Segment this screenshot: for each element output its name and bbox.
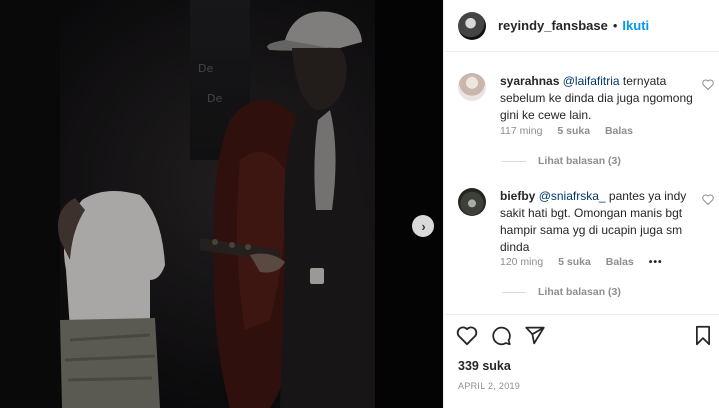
comments-list: syarahnas @laifafitria ternyata sebelum … [444, 52, 719, 314]
follow-button[interactable]: Ikuti [622, 18, 649, 33]
comment-mention[interactable]: @laifafitria [563, 74, 620, 88]
more-options-icon[interactable]: ••• [649, 256, 663, 268]
post-photo: De De [0, 0, 443, 408]
view-replies-label: Lihat balasan (3) [538, 155, 621, 167]
comment-meta: 117 ming 5 suka Balas [500, 125, 645, 137]
comment-time: 120 ming [500, 256, 544, 268]
post-actions: 339 suka APRIL 2, 2019 [444, 314, 719, 408]
view-replies-button[interactable]: Lihat balasan (3) [502, 286, 621, 298]
comment-like-heart-icon[interactable] [702, 194, 714, 208]
post-header: reyindy_fansbase • Ikuti [444, 0, 719, 52]
header-separator: • [612, 18, 618, 33]
comment-icon[interactable] [490, 325, 512, 346]
post-sidebar: reyindy_fansbase • Ikuti syarahnas @laif… [443, 0, 719, 408]
post-date: APRIL 2, 2019 [458, 381, 521, 391]
view-replies-label: Lihat balasan (3) [538, 286, 621, 298]
comment-likes[interactable]: 5 suka [558, 256, 591, 268]
comment-text: syarahnas @laifafitria ternyata sebelum … [500, 73, 700, 124]
post-image: De De › [0, 0, 443, 408]
action-bar [456, 325, 546, 346]
avatar[interactable] [458, 73, 486, 101]
comment-time: 117 ming [500, 125, 543, 137]
comment-meta: 120 ming 5 suka Balas ••• [500, 256, 675, 268]
comment-like-heart-icon[interactable] [702, 79, 714, 93]
chevron-right-icon: › [421, 218, 426, 234]
view-replies-button[interactable]: Lihat balasan (3) [502, 155, 621, 167]
comment-likes[interactable]: 5 suka [557, 125, 590, 137]
avatar[interactable] [458, 11, 486, 40]
likes-count[interactable]: 339 suka [458, 359, 511, 373]
divider [502, 291, 526, 293]
avatar[interactable] [458, 188, 486, 216]
reply-button[interactable]: Balas [606, 256, 634, 268]
bookmark-icon[interactable] [694, 325, 712, 346]
comment-username[interactable]: syarahnas [500, 74, 559, 88]
divider [502, 160, 526, 162]
share-icon[interactable] [524, 325, 546, 346]
comment-mention[interactable]: @sniafrska_ [539, 189, 606, 203]
comment-username[interactable]: biefby [500, 189, 535, 203]
post-username[interactable]: reyindy_fansbase [498, 18, 608, 33]
heart-icon[interactable] [456, 325, 478, 346]
next-image-button[interactable]: › [412, 215, 434, 237]
reply-button[interactable]: Balas [605, 125, 633, 137]
comment-text: biefby @sniafrska_ pantes ya indy sakit … [500, 188, 700, 256]
